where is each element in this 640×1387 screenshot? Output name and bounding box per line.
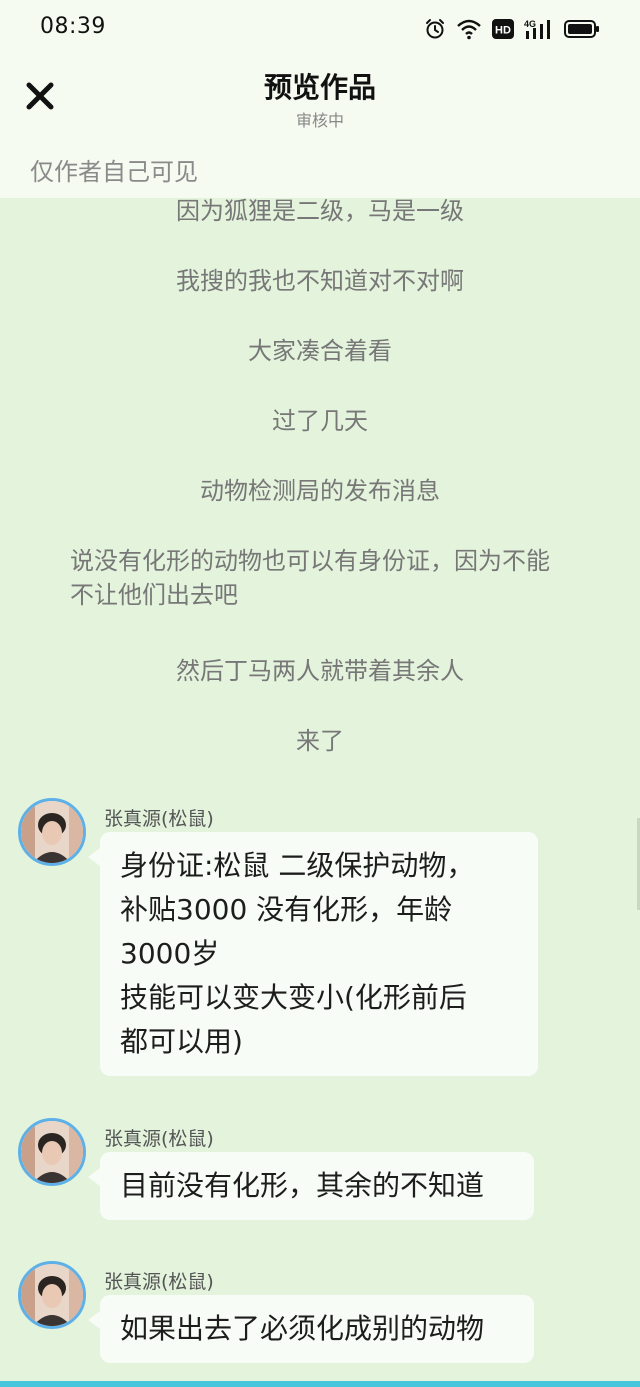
hd-label: HD bbox=[495, 25, 511, 37]
message-text: 如果出去了必须化成别的动物 bbox=[120, 1312, 485, 1345]
chat-message: 张真源(松鼠) 身份证:松鼠 二级保护动物， 补贴3000 没有化形，年龄 30… bbox=[18, 798, 578, 1078]
alarm-icon bbox=[424, 18, 446, 40]
wifi-icon bbox=[456, 18, 482, 40]
visibility-notice: 仅作者自己可见 bbox=[30, 158, 198, 186]
review-status: 审核中 bbox=[295, 111, 344, 130]
message-bubble: 身份证:松鼠 二级保护动物， 补贴3000 没有化形，年龄 3000岁 技能可以… bbox=[88, 832, 538, 1076]
page-title: 预览作品 bbox=[263, 71, 376, 104]
narration-line: 因为狐狸是二级，马是一级 bbox=[176, 198, 464, 225]
message-bubble: 目前没有化形，其余的不知道 bbox=[88, 1152, 534, 1220]
story-content[interactable]: 因为狐狸是二级，马是一级 我搜的我也不知道对不对啊 大家凑合着看 过了几天 动物… bbox=[0, 198, 640, 1387]
narration-line: 来了 bbox=[296, 727, 344, 755]
speaker-name: 张真源(松鼠) bbox=[104, 808, 214, 830]
status-time: 08:39 bbox=[40, 14, 106, 39]
status-bar: 08:39 HD 4G bbox=[0, 0, 640, 56]
avatar[interactable] bbox=[18, 1261, 86, 1329]
narration-line: 过了几天 bbox=[272, 407, 368, 435]
narration-line: 大家凑合着看 bbox=[248, 337, 392, 365]
message-text: 身份证:松鼠 二级保护动物， bbox=[120, 849, 475, 882]
message-text: 技能可以变大变小(化形前后 bbox=[120, 981, 467, 1014]
speaker-name: 张真源(松鼠) bbox=[104, 1128, 214, 1150]
avatar[interactable] bbox=[18, 798, 86, 866]
narration-line: 动物检测局的发布消息 bbox=[200, 477, 440, 505]
avatar[interactable] bbox=[18, 1118, 86, 1186]
narration-line: 然后丁马两人就带着其余人 bbox=[176, 657, 464, 685]
message-bubble: 如果出去了必须化成别的动物 bbox=[88, 1295, 534, 1363]
message-text: 都可以用) bbox=[120, 1025, 243, 1058]
battery-icon bbox=[564, 19, 600, 39]
chat-message: 张真源(松鼠) 目前没有化形，其余的不知道 bbox=[18, 1118, 578, 1228]
narration-line: 说没有化形的动物也可以有身份证，因为不能不让他们出去吧 bbox=[70, 547, 550, 609]
status-icons: HD 4G bbox=[424, 14, 600, 44]
hd-icon: HD bbox=[492, 19, 514, 39]
speaker-name: 张真源(松鼠) bbox=[104, 1271, 214, 1293]
top-bar: 08:39 HD 4G 预览作品 审核中 仅作者自己可见 bbox=[0, 0, 640, 198]
message-text: 3000岁 bbox=[120, 937, 220, 970]
network-label: 4G bbox=[524, 19, 536, 29]
narration-line: 我搜的我也不知道对不对啊 bbox=[176, 267, 464, 295]
bottom-accent-bar bbox=[0, 1381, 640, 1387]
signal-4g-icon: 4G bbox=[524, 18, 554, 40]
message-text: 补贴3000 没有化形，年龄 bbox=[120, 893, 453, 926]
message-text: 目前没有化形，其余的不知道 bbox=[120, 1169, 485, 1202]
chat-message: 张真源(松鼠) 如果出去了必须化成别的动物 bbox=[18, 1261, 578, 1371]
